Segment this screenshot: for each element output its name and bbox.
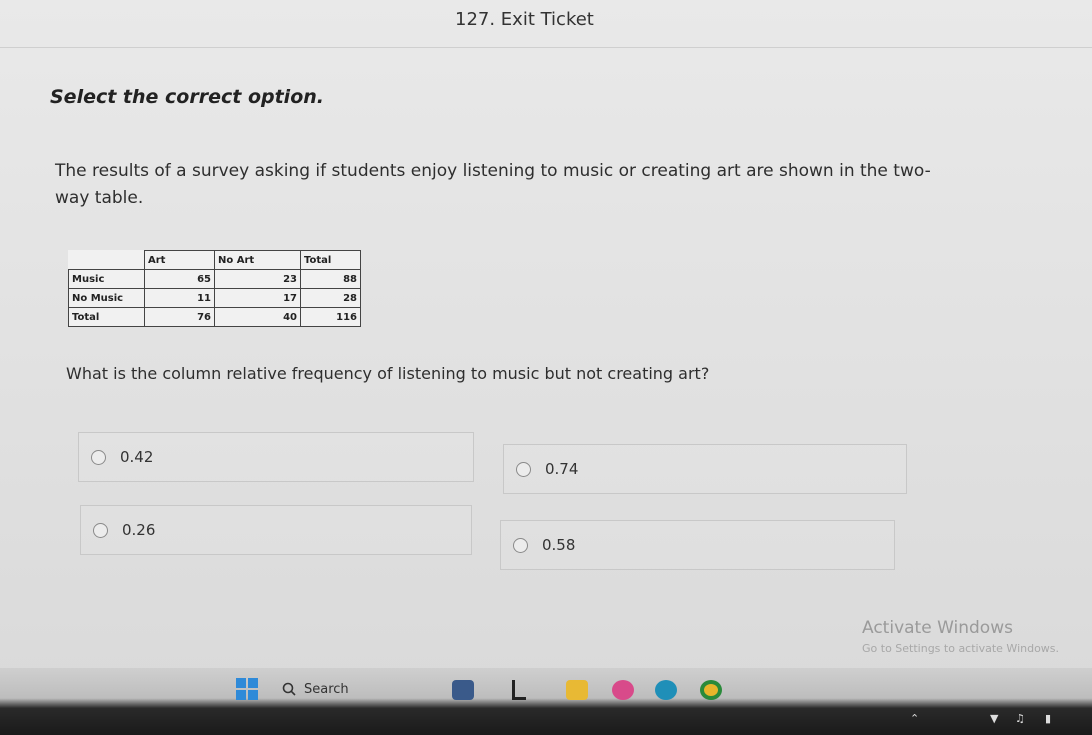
two-way-table: Art No Art Total Music 65 23 88 No Music…	[68, 250, 361, 327]
table-corner-cell	[68, 250, 145, 270]
option-a[interactable]: 0.42	[78, 432, 474, 482]
question-text: The results of a survey asking if studen…	[55, 161, 931, 208]
wifi-icon[interactable]: ▼	[990, 712, 998, 725]
table-row: Total 76 40 116	[68, 307, 361, 327]
search-icon	[282, 682, 296, 696]
widgets-icon[interactable]	[452, 680, 474, 700]
battery-icon[interactable]: ▮	[1045, 712, 1051, 725]
instruction-text: Select the correct option.	[50, 86, 324, 108]
table-cell: 40	[214, 307, 301, 327]
radio-button[interactable]	[93, 522, 108, 538]
activate-windows-watermark: Activate Windows Go to Settings to activ…	[862, 618, 1059, 655]
edge-icon[interactable]	[655, 680, 677, 700]
option-label: 0.42	[120, 448, 154, 466]
prompt-text: What is the column relative frequency of…	[66, 364, 710, 383]
option-label: 0.26	[122, 521, 156, 539]
watermark-title: Activate Windows	[862, 618, 1013, 638]
search-label: Search	[304, 681, 349, 697]
chevron-up-icon[interactable]: ⌃	[910, 712, 919, 725]
file-explorer-icon[interactable]	[566, 680, 588, 700]
windows-start-icon[interactable]	[236, 678, 258, 700]
table-cell: 76	[144, 307, 215, 327]
option-label: 0.58	[542, 536, 576, 554]
table-header-cell: Total	[300, 250, 361, 270]
table-cell: 65	[144, 269, 215, 289]
taskbar: Search ⌃ ▼ ♫ ▮	[0, 668, 1092, 735]
table-cell: 17	[214, 288, 301, 308]
title-bar: 127. Exit Ticket	[0, 0, 1092, 48]
screen: 127. Exit Ticket Select the correct opti…	[0, 0, 1092, 735]
table-cell: 116	[300, 307, 361, 327]
volume-icon[interactable]: ♫	[1015, 712, 1025, 725]
option-label: 0.74	[545, 460, 579, 478]
option-b[interactable]: 0.74	[503, 444, 907, 494]
table-header-cell: Art	[144, 250, 215, 270]
watermark-subtitle: Go to Settings to activate Windows.	[862, 642, 1060, 655]
table-cell: 88	[300, 269, 361, 289]
radio-button[interactable]	[513, 537, 528, 553]
table-cell: 11	[144, 288, 215, 308]
table-header-row: Art No Art Total	[68, 250, 361, 270]
table-cell: 23	[214, 269, 301, 289]
taskbar-search[interactable]: Search	[282, 676, 432, 702]
table-cell: 28	[300, 288, 361, 308]
table-row: No Music 11 17 28	[68, 288, 361, 308]
table-row-label: Music	[68, 269, 145, 289]
radio-button[interactable]	[91, 449, 106, 465]
radio-button[interactable]	[516, 461, 531, 477]
table-header-cell: No Art	[214, 250, 301, 270]
table-row-label: No Music	[68, 288, 145, 308]
option-c[interactable]: 0.26	[80, 505, 472, 555]
store-icon[interactable]	[612, 680, 634, 700]
chrome-icon[interactable]	[700, 680, 722, 700]
task-view-icon[interactable]	[512, 680, 526, 700]
table-row: Music 65 23 88	[68, 269, 361, 289]
table-row-label: Total	[68, 307, 145, 327]
option-d[interactable]: 0.58	[500, 520, 895, 570]
page-title: 127. Exit Ticket	[455, 9, 594, 30]
